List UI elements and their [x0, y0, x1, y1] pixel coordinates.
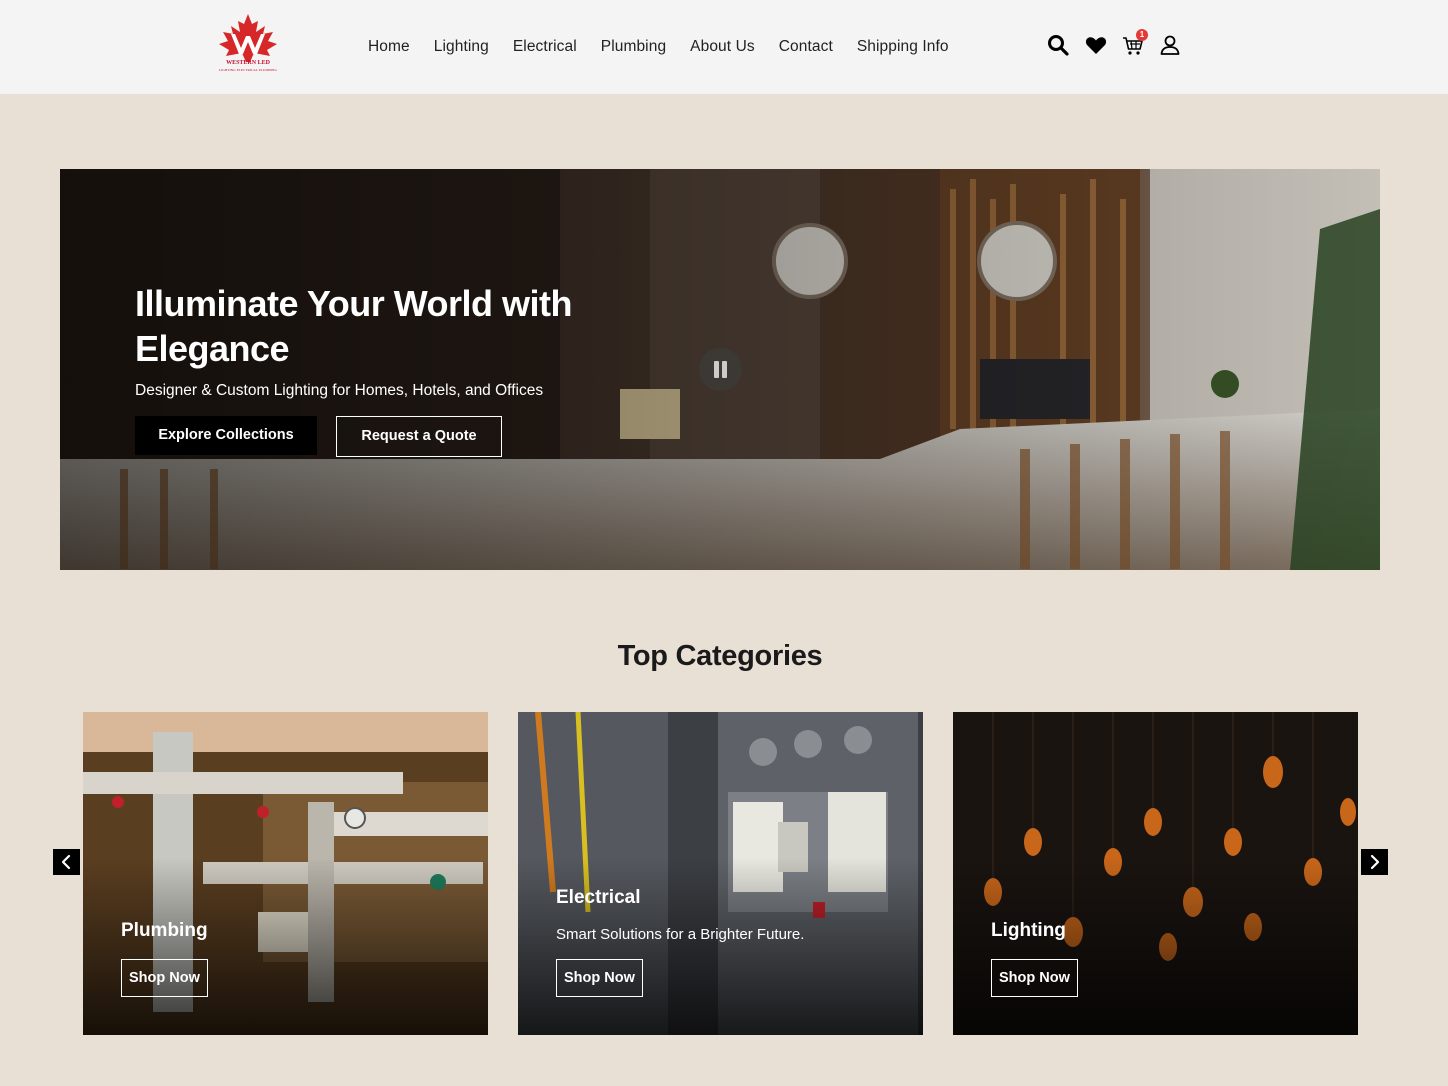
request-quote-button[interactable]: Request a Quote: [336, 416, 502, 457]
shop-now-button[interactable]: Shop Now: [121, 959, 208, 997]
nav-plumbing[interactable]: Plumbing: [589, 36, 678, 58]
heart-icon[interactable]: [1084, 33, 1108, 57]
category-title: Plumbing: [121, 920, 208, 941]
pause-icon[interactable]: [699, 348, 742, 391]
main-nav: Home Lighting Electrical Plumbing About …: [356, 36, 961, 58]
logo-tagline: LIGHTING ELECTRICAL PLUMBING: [218, 68, 277, 72]
nav-contact[interactable]: Contact: [767, 36, 845, 58]
category-description: Smart Solutions for a Brighter Future.: [556, 926, 805, 943]
hero-title: Illuminate Your World with Elegance: [135, 283, 573, 369]
category-card-lighting[interactable]: Lighting Shop Now: [953, 712, 1358, 1035]
shop-now-button[interactable]: Shop Now: [991, 959, 1078, 997]
section-title: Top Categories: [617, 640, 823, 672]
site-header: WESTERN LED LIGHTING ELECTRICAL PLUMBING…: [0, 0, 1448, 94]
category-title: Electrical: [556, 887, 641, 908]
explore-collections-button[interactable]: Explore Collections: [135, 416, 317, 455]
category-title: Lighting: [991, 920, 1066, 941]
hero-banner: Illuminate Your World with Elegance Desi…: [60, 169, 1380, 570]
logo-brand: WESTERN LED: [226, 60, 270, 66]
category-card-plumbing[interactable]: Plumbing Shop Now: [83, 712, 488, 1035]
carousel-prev-arrow-icon[interactable]: [53, 849, 80, 875]
category-card-electrical[interactable]: Electrical Smart Solutions for a Brighte…: [518, 712, 923, 1035]
carousel-next-arrow-icon[interactable]: [1361, 849, 1388, 875]
search-icon[interactable]: [1046, 33, 1070, 57]
nav-home[interactable]: Home: [356, 36, 422, 58]
nav-electrical[interactable]: Electrical: [501, 36, 589, 58]
nav-lighting[interactable]: Lighting: [422, 36, 501, 58]
nav-about-us[interactable]: About Us: [678, 36, 767, 58]
nav-shipping-info[interactable]: Shipping Info: [845, 36, 961, 58]
shop-now-button[interactable]: Shop Now: [556, 959, 643, 997]
hero-subtitle: Designer & Custom Lighting for Homes, Ho…: [135, 382, 544, 399]
logo[interactable]: WESTERN LED LIGHTING ELECTRICAL PLUMBING: [207, 12, 289, 80]
user-icon[interactable]: [1158, 33, 1182, 57]
cart-count-badge: 1: [1136, 29, 1148, 41]
